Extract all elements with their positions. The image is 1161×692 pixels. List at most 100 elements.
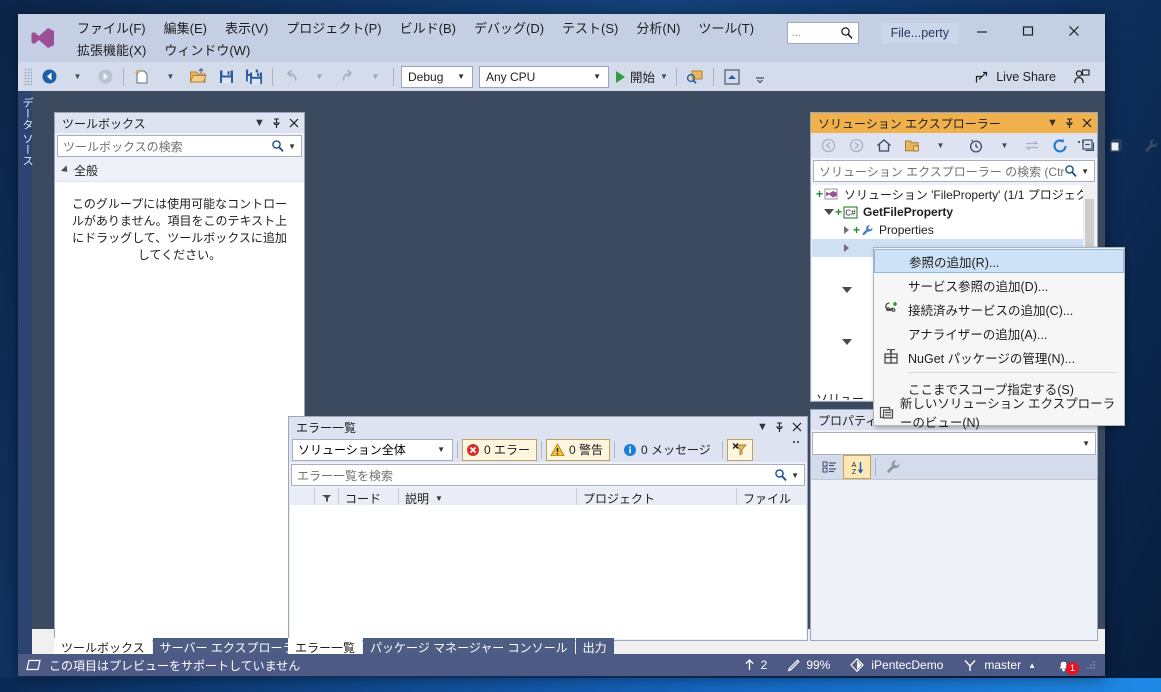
menu-item-add-service-reference[interactable]: サービス参照の追加(D)... (874, 273, 1124, 297)
quick-launch-search[interactable]: ... (786, 22, 859, 44)
redo-dropdown[interactable]: ▼ (362, 66, 388, 88)
open-folder-icon[interactable] (185, 66, 211, 88)
save-icon[interactable] (213, 66, 239, 88)
close-button[interactable] (1051, 16, 1097, 46)
save-all-icon[interactable] (241, 66, 267, 88)
error-list-close-icon[interactable] (788, 419, 805, 436)
solution-explorer-close-icon[interactable] (1078, 115, 1095, 132)
pending-changes-status[interactable]: 2 (734, 654, 778, 676)
menu-project[interactable]: プロジェクト(P) (277, 18, 390, 40)
resize-grip[interactable] (1083, 654, 1099, 676)
error-search-dropdown[interactable]: ▼ (788, 471, 802, 480)
message-count-toggle[interactable]: 0 メッセージ (619, 439, 718, 461)
redo-icon[interactable] (334, 66, 360, 88)
properties-plus-badge: + (853, 223, 861, 237)
pending-changes-dropdown[interactable]: ▼ (991, 135, 1017, 157)
error-toolbar-overflow-icon[interactable] (790, 439, 802, 449)
data-sources-tab[interactable]: データ ソース (18, 91, 33, 659)
toolbox-group-general[interactable]: 全般 (55, 159, 304, 182)
live-share-button[interactable]: Live Share (970, 66, 1061, 88)
branch-status[interactable]: master ▲ (953, 654, 1046, 676)
tree-expander-project[interactable] (822, 209, 835, 215)
minimize-button[interactable] (959, 16, 1005, 46)
alphabetical-icon[interactable]: AZ (843, 455, 871, 479)
overflow-icon[interactable] (1068, 134, 1094, 156)
toolbar-grip[interactable] (24, 67, 32, 86)
solution-explorer-search-box[interactable]: ソリューション エクスプローラー の検索 (Ctrl+;) ▼ (813, 160, 1095, 182)
svg-text:Z: Z (852, 469, 857, 475)
title-bar-right: ... File...perty (786, 14, 1097, 60)
tree-expander-hidden-2[interactable] (840, 339, 853, 345)
navigate-forward-icon[interactable] (92, 66, 118, 88)
error-count-toggle[interactable]: 0 エラー (462, 438, 538, 461)
forward-icon[interactable] (843, 135, 869, 157)
error-list-window-menu-icon[interactable]: ▼ (754, 419, 771, 436)
tree-expander-hidden-1[interactable] (840, 287, 853, 293)
start-debug-button[interactable]: 開始 ▼ (612, 66, 672, 88)
select-element-icon[interactable] (682, 66, 708, 88)
new-project-dropdown[interactable]: ▼ (157, 66, 183, 88)
properties-page-icon[interactable] (1103, 135, 1129, 157)
menu-item-add-connected-service[interactable]: 接続済みサービスの追加(C)... (874, 297, 1124, 321)
feedback-icon[interactable] (1068, 66, 1094, 88)
menu-analyze[interactable]: 分析(N) (627, 18, 689, 40)
menu-debug[interactable]: デバッグ(D) (465, 18, 553, 40)
toolbar-overflow-icon[interactable] (747, 66, 773, 88)
toolbox-search-box[interactable]: ツールボックスの検索 ▼ (57, 135, 302, 157)
solution-configuration-combo[interactable]: Debug ▼ (401, 65, 473, 88)
menu-item-manage-nuget[interactable]: NuGet パッケージの管理(N)... (874, 345, 1124, 369)
property-pages-icon[interactable] (881, 456, 907, 478)
tree-node-solution[interactable]: + ソリューション 'FileProperty' (1/1 プロジェクト) (812, 185, 1096, 203)
maximize-button[interactable] (1005, 16, 1051, 46)
menu-extensions[interactable]: 拡張機能(X) (68, 40, 155, 62)
edits-status[interactable]: 99% (777, 654, 840, 676)
menu-edit[interactable]: 編集(E) (155, 18, 216, 40)
menu-item-add-analyzer[interactable]: アナライザーの追加(A)... (874, 321, 1124, 345)
menu-view[interactable]: 表示(V) (216, 18, 277, 40)
back-icon[interactable] (815, 135, 841, 157)
error-scope-combo[interactable]: ソリューション全体 ▼ (292, 438, 453, 461)
undo-dropdown[interactable]: ▼ (306, 66, 332, 88)
error-list-pin-icon[interactable] (771, 419, 788, 436)
undo-icon[interactable] (278, 66, 304, 88)
notifications-status[interactable]: 1 (1046, 654, 1083, 676)
categorized-icon[interactable] (816, 456, 842, 478)
tree-node-properties[interactable]: + Properties (812, 221, 1096, 239)
navigate-backward-dropdown[interactable]: ▼ (64, 66, 90, 88)
error-list-search-box[interactable]: エラー一覧を検索 ▼ (291, 464, 805, 486)
new-project-icon[interactable] (129, 66, 155, 88)
toolbox-window-menu-icon[interactable]: ▼ (251, 115, 268, 132)
solution-explorer-pin-icon[interactable] (1061, 115, 1078, 132)
show-all-files-dropdown[interactable]: ▼ (927, 135, 953, 157)
live-visual-tree-icon[interactable] (719, 66, 745, 88)
tree-expander-references[interactable] (840, 244, 853, 252)
menu-test[interactable]: テスト(S) (553, 18, 627, 40)
toolbox-search-dropdown[interactable]: ▼ (285, 142, 299, 151)
solution-search-dropdown[interactable]: ▼ (1078, 167, 1092, 176)
menu-window[interactable]: ウィンドウ(W) (155, 40, 259, 62)
properties-object-combo[interactable]: ▼ (812, 432, 1096, 455)
wrench-icon[interactable] (1139, 135, 1161, 157)
warning-count-toggle[interactable]: 0 警告 (546, 438, 611, 461)
toolbox-close-icon[interactable] (285, 115, 302, 132)
clear-filter-button[interactable] (726, 438, 753, 461)
chevron-down-icon-properties: ▼ (1082, 439, 1090, 448)
solution-explorer-title: ソリューション エクスプローラー (818, 116, 1001, 131)
tree-expander-properties[interactable] (840, 226, 853, 234)
menu-file[interactable]: ファイル(F) (68, 18, 155, 40)
navigate-backward-icon[interactable] (36, 66, 62, 88)
solution-explorer-window-menu-icon[interactable]: ▼ (1044, 115, 1061, 132)
sync-with-active-document-icon[interactable] (1019, 135, 1045, 157)
menu-item-add-reference[interactable]: 参照の追加(R)... (874, 249, 1124, 273)
menu-item-new-solution-explorer-view[interactable]: 新しいソリューション エクスプローラーのビュー(N) (874, 397, 1124, 430)
solution-platform-combo[interactable]: Any CPU ▼ (479, 65, 609, 88)
toolbox-pin-icon[interactable] (268, 115, 285, 132)
tree-node-project[interactable]: + C# GetFileProperty (812, 203, 1096, 221)
menu-build[interactable]: ビルド(B) (391, 18, 465, 40)
pending-changes-icon[interactable] (963, 135, 989, 157)
home-icon[interactable] (871, 135, 897, 157)
repository-status[interactable]: iPentecDemo (840, 654, 953, 676)
menu-tools[interactable]: ツール(T) (689, 18, 763, 40)
show-all-files-icon[interactable] (899, 135, 925, 157)
tree-expander-solution[interactable]: + (816, 187, 824, 201)
